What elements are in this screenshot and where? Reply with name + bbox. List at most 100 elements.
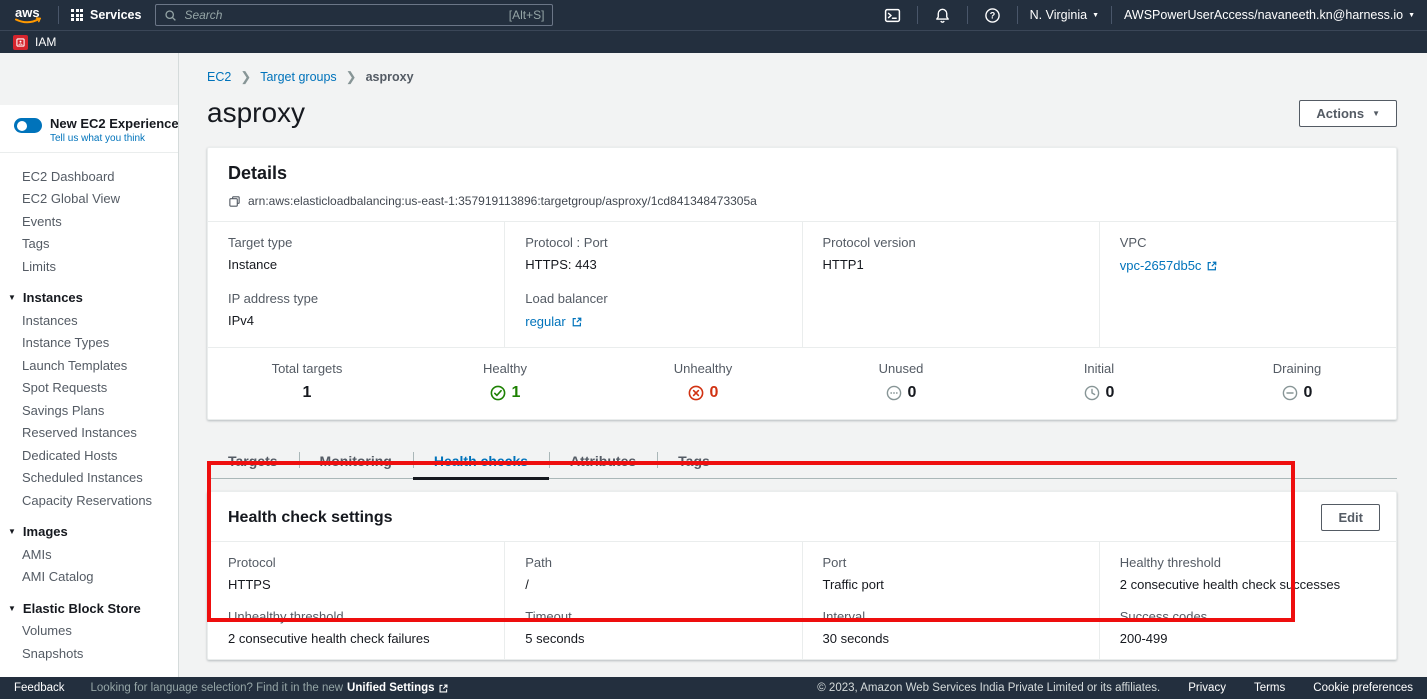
cloudshell-button[interactable]	[880, 7, 905, 24]
field-label: Healthy threshold	[1120, 555, 1376, 570]
external-link-icon	[571, 316, 583, 328]
search-icon	[164, 9, 177, 22]
breadcrumb-target-groups[interactable]: Target groups	[260, 70, 336, 84]
account-menu[interactable]: AWSPowerUserAccess/navaneeth.kn@harness.…	[1124, 8, 1415, 22]
sidebar-item-capacity-reservations[interactable]: Capacity Reservations	[0, 489, 178, 512]
triangle-down-icon: ▼	[8, 293, 16, 302]
sidebar-item-snapshots[interactable]: Snapshots	[0, 642, 178, 665]
hc-healthy-threshold-value: 2 consecutive health check successes	[1120, 577, 1376, 592]
section-label: Images	[23, 524, 68, 539]
notifications-button[interactable]	[930, 7, 955, 24]
sidebar-item-reserved-instances[interactable]: Reserved Instances	[0, 422, 178, 445]
field-label: Protocol : Port	[525, 235, 781, 250]
ip-address-type-value: IPv4	[228, 313, 484, 328]
protocol-port-value: HTTPS: 443	[525, 257, 781, 272]
sidebar-item-instances[interactable]: Instances	[0, 309, 178, 332]
feedback-link[interactable]: Tell us what you think	[50, 133, 178, 144]
vpc-link[interactable]: vpc-2657db5c	[1120, 258, 1219, 273]
help-button[interactable]: ?	[980, 7, 1005, 24]
iam-service-label[interactable]: IAM	[35, 35, 56, 49]
actions-button[interactable]: Actions ▼	[1299, 100, 1397, 127]
sidebar-item-ec2-dashboard[interactable]: EC2 Dashboard	[0, 165, 178, 188]
unified-settings-label: Unified Settings	[347, 682, 435, 694]
sidebar-item-limits[interactable]: Limits	[0, 255, 178, 278]
sidebar-section-elastic-block-store[interactable]: ▼ Elastic Block Store	[0, 597, 178, 620]
chevron-down-icon: ▼	[1092, 12, 1099, 19]
tab-targets[interactable]: Targets	[207, 445, 299, 478]
new-experience-header: New EC2 Experience Tell us what you thin…	[0, 105, 178, 153]
counter-label: Healthy	[483, 361, 527, 376]
external-link-icon	[1206, 260, 1218, 272]
field-label: Unhealthy threshold	[228, 609, 484, 624]
recent-service-bar: IAM	[0, 30, 1427, 53]
unified-settings-link[interactable]: Unified Settings	[347, 682, 449, 694]
region-label: N. Virginia	[1030, 8, 1087, 22]
sidebar-item-ami-catalog[interactable]: AMI Catalog	[0, 566, 178, 589]
chevron-right-icon: ❯	[240, 69, 251, 85]
tab-tags[interactable]: Tags	[657, 445, 731, 478]
feedback-button[interactable]: Feedback	[14, 682, 65, 694]
triangle-down-icon: ▼	[8, 527, 16, 536]
load-balancer-link[interactable]: regular	[525, 314, 582, 329]
footer-bar: Feedback Looking for language selection?…	[0, 677, 1427, 699]
field-label: Success codes	[1120, 609, 1376, 624]
tab-monitoring[interactable]: Monitoring	[299, 445, 413, 478]
global-search[interactable]: [Alt+S]	[155, 4, 553, 26]
hc-success-codes-value: 200-499	[1120, 631, 1376, 646]
hc-unhealthy-threshold-value: 2 consecutive health check failures	[228, 631, 484, 646]
details-title: Details	[208, 148, 1396, 194]
edit-button[interactable]: Edit	[1321, 504, 1380, 531]
sidebar-item-dedicated-hosts[interactable]: Dedicated Hosts	[0, 444, 178, 467]
clock-icon	[1084, 385, 1100, 401]
sidebar-item-savings-plans[interactable]: Savings Plans	[0, 399, 178, 422]
counter-label: Unused	[879, 361, 924, 376]
account-label: AWSPowerUserAccess/navaneeth.kn@harness.…	[1124, 8, 1403, 22]
region-selector[interactable]: N. Virginia ▼	[1030, 8, 1099, 22]
load-balancer-value: regular	[525, 314, 565, 329]
tab-attributes[interactable]: Attributes	[549, 445, 657, 478]
new-experience-toggle[interactable]	[14, 118, 42, 133]
breadcrumb-ec2[interactable]: EC2	[207, 70, 231, 84]
health-check-settings-panel: Health check settings Edit Protocol HTTP…	[207, 491, 1397, 660]
aws-logo[interactable]: aws	[12, 4, 46, 26]
sidebar-item-ec2-global-view[interactable]: EC2 Global View	[0, 188, 178, 211]
hc-protocol-value: HTTPS	[228, 577, 484, 592]
counter-value: 1	[303, 384, 312, 402]
services-label: Services	[90, 8, 141, 22]
search-input[interactable]	[184, 8, 501, 22]
notifications-bell-icon	[934, 7, 951, 24]
sidebar-section-images[interactable]: ▼ Images	[0, 521, 178, 544]
field-label: Load balancer	[525, 291, 781, 306]
sidebar: New EC2 Experience Tell us what you thin…	[0, 53, 179, 677]
counter-label: Initial	[1084, 361, 1114, 376]
sidebar-item-launch-templates[interactable]: Launch Templates	[0, 354, 178, 377]
healthy-counter: Healthy 1	[406, 361, 604, 402]
sidebar-item-tags[interactable]: Tags	[0, 233, 178, 256]
iam-service-icon[interactable]	[13, 35, 28, 50]
sidebar-item-events[interactable]: Events	[0, 210, 178, 233]
sidebar-panel: New EC2 Experience Tell us what you thin…	[0, 105, 178, 677]
sidebar-item-scheduled-instances[interactable]: Scheduled Instances	[0, 467, 178, 490]
top-navigation-bar: aws Services [Alt+S]	[0, 0, 1427, 30]
target-group-arn: arn:aws:elasticloadbalancing:us-east-1:3…	[248, 194, 757, 208]
services-menu-button[interactable]: Services	[71, 8, 141, 22]
section-label: Elastic Block Store	[23, 601, 141, 616]
copy-icon[interactable]	[228, 195, 241, 208]
total-targets-counter: Total targets 1	[208, 361, 406, 402]
sidebar-nav: EC2 Dashboard EC2 Global View Events Tag…	[0, 153, 178, 665]
tab-health-checks[interactable]: Health checks	[413, 445, 549, 478]
sidebar-item-spot-requests[interactable]: Spot Requests	[0, 377, 178, 400]
target-status-summary: Total targets 1 Healthy 1 Unhealthy 0	[208, 348, 1396, 419]
terms-link[interactable]: Terms	[1254, 682, 1285, 694]
sidebar-item-instance-types[interactable]: Instance Types	[0, 332, 178, 355]
cookie-preferences-link[interactable]: Cookie preferences	[1313, 682, 1413, 694]
divider	[1111, 6, 1112, 24]
field-label: IP address type	[228, 291, 484, 306]
field-label: VPC	[1120, 235, 1376, 250]
protocol-version-value: HTTP1	[823, 257, 1079, 272]
sidebar-item-volumes[interactable]: Volumes	[0, 620, 178, 643]
counter-value: 1	[512, 384, 521, 402]
sidebar-section-instances[interactable]: ▼ Instances	[0, 287, 178, 310]
privacy-link[interactable]: Privacy	[1188, 682, 1226, 694]
sidebar-item-amis[interactable]: AMIs	[0, 543, 178, 566]
